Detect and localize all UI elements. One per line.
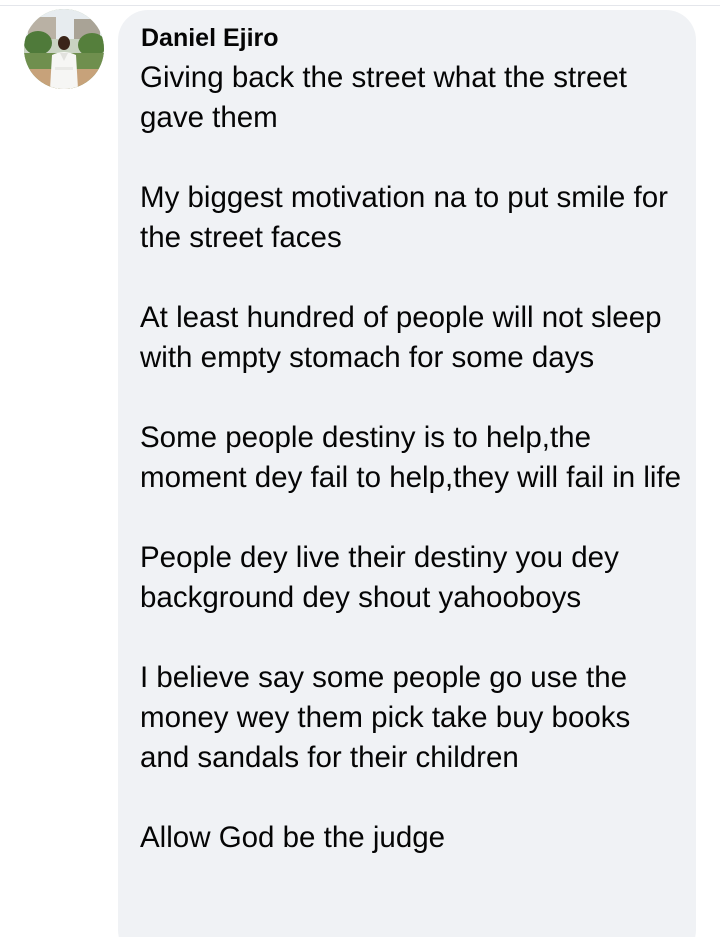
comment-paragraph: People dey live their destiny you dey ba… [140, 541, 628, 614]
avatar[interactable] [24, 9, 104, 89]
author-name[interactable]: Daniel Ejiro [141, 24, 279, 53]
comment-paragraph: Allow God be the judge [140, 821, 446, 854]
avatar-photo [24, 9, 104, 89]
comment-paragraph: Some people destiny is to help,the momen… [140, 421, 682, 494]
comment-paragraph: I believe say some people go use the mon… [140, 661, 639, 774]
comment-paragraph: Giving back the street what the street g… [140, 61, 636, 134]
comment-body: Giving back the street what the street g… [140, 58, 685, 858]
comment-paragraph: My biggest motivation na to put smile fo… [140, 181, 677, 254]
comment-paragraph: At least hundred of people will not slee… [140, 301, 670, 374]
comment-thread: Daniel Ejiro Giving back the street what… [0, 0, 720, 937]
divider [0, 5, 720, 6]
